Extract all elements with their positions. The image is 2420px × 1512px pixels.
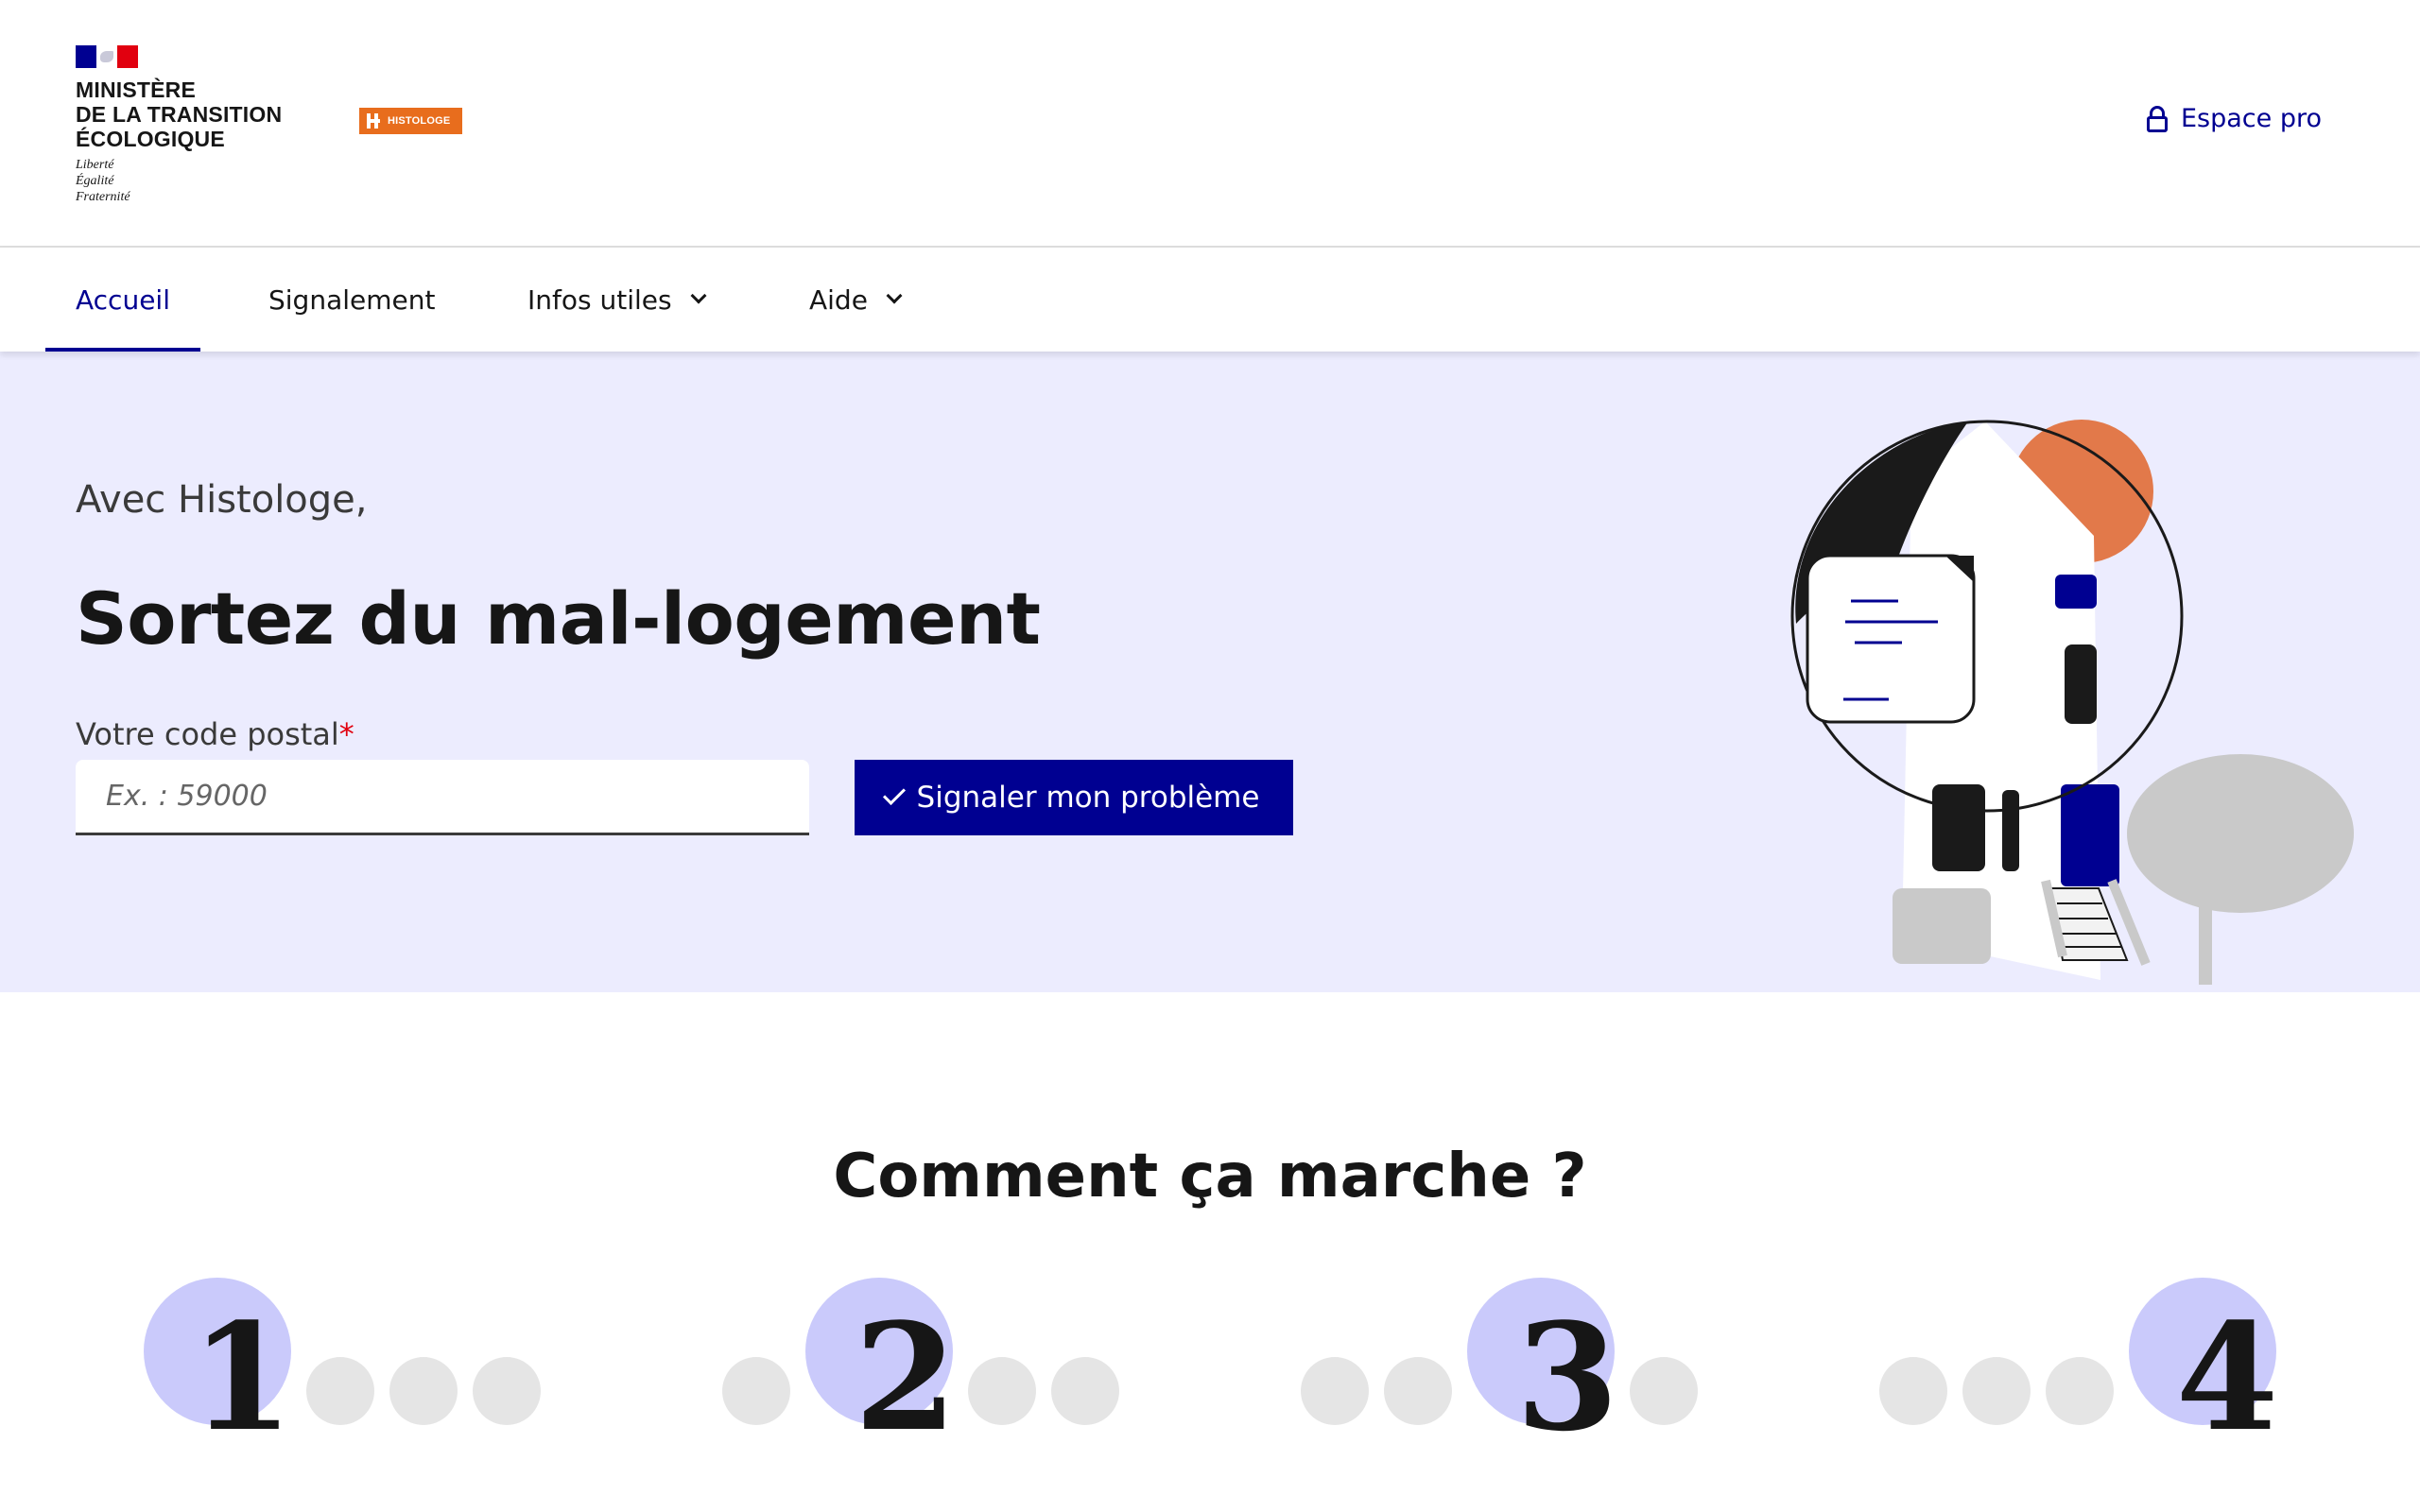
check-icon <box>882 782 906 806</box>
ministry-name-line: DE LA TRANSITION <box>76 102 283 127</box>
nav-item-label: Accueil <box>76 284 170 316</box>
ministry-name-line: ÉCOLOGIQUE <box>76 127 225 151</box>
chevron-down-icon <box>690 287 707 304</box>
marianne-flag-icon <box>76 45 138 68</box>
motto-line: Fraternité <box>76 190 130 204</box>
step-dot <box>1384 1357 1452 1425</box>
step-dot <box>306 1357 374 1425</box>
postal-code-label: Votre code postal* <box>76 716 354 752</box>
postal-code-input[interactable] <box>76 760 809 835</box>
espace-pro-link[interactable]: Espace pro <box>2146 104 2322 133</box>
lock-icon <box>2146 105 2168 132</box>
site-header: MINISTÈRE DE LA TRANSITION ÉCOLOGIQUE Li… <box>0 0 2420 248</box>
main-navigation: Accueil Signalement Infos utiles Aide <box>0 248 2420 352</box>
nav-item-label: Aide <box>809 284 868 316</box>
how-it-works-title: Comment ça marche ? <box>833 1142 1587 1211</box>
republic-motto: Liberté Égalité Fraternité <box>76 157 282 205</box>
step-4-number: 4 <box>2175 1291 2279 1464</box>
step-dot <box>1051 1357 1119 1425</box>
steps-row: 1 2 3 4 <box>0 1266 2420 1512</box>
ministry-name-line: MINISTÈRE <box>76 77 197 102</box>
step-dot <box>968 1357 1036 1425</box>
step-dot <box>1630 1357 1698 1425</box>
hero-intro: Avec Histologe, <box>76 478 368 522</box>
nav-item-label: Signalement <box>268 284 436 316</box>
motto-line: Égalité <box>76 174 114 188</box>
nav-item-accueil[interactable]: Accueil <box>45 248 200 352</box>
house-magnifier-illustration <box>1790 420 2354 985</box>
motto-line: Liberté <box>76 158 114 172</box>
nav-item-aide[interactable]: Aide <box>809 248 903 352</box>
step-dot <box>1301 1357 1369 1425</box>
report-problem-button[interactable]: Signaler mon problème <box>855 760 1293 835</box>
step-dot <box>389 1357 458 1425</box>
step-1-number: 1 <box>190 1291 294 1464</box>
nav-item-infos-utiles[interactable]: Infos utiles <box>527 248 707 352</box>
hero-section: Avec Histologe, Sortez du mal-logement V… <box>0 352 2420 992</box>
step-2-number: 2 <box>854 1291 958 1464</box>
chevron-down-icon <box>886 287 903 304</box>
histologe-mark-icon <box>365 112 382 129</box>
step-dot <box>722 1357 790 1425</box>
step-3-number: 3 <box>1515 1291 1619 1464</box>
histologe-logo[interactable]: HISTOLOGE <box>359 108 462 134</box>
espace-pro-label: Espace pro <box>2180 104 2322 133</box>
ministry-name: MINISTÈRE DE LA TRANSITION ÉCOLOGIQUE <box>76 77 282 151</box>
histologe-logo-text: HISTOLOGE <box>388 115 451 127</box>
postal-code-label-text: Votre code postal <box>76 716 339 752</box>
report-problem-label: Signaler mon problème <box>916 781 1260 815</box>
required-asterisk: * <box>338 716 354 752</box>
ministry-logo-block[interactable]: MINISTÈRE DE LA TRANSITION ÉCOLOGIQUE Li… <box>76 45 282 205</box>
hero-title: Sortez du mal-logement <box>76 576 1041 661</box>
step-dot <box>1879 1357 1947 1425</box>
step-dot <box>473 1357 541 1425</box>
step-dot <box>1962 1357 2031 1425</box>
nav-item-label: Infos utiles <box>527 284 672 316</box>
step-dot <box>2046 1357 2114 1425</box>
nav-item-signalement[interactable]: Signalement <box>268 248 435 352</box>
